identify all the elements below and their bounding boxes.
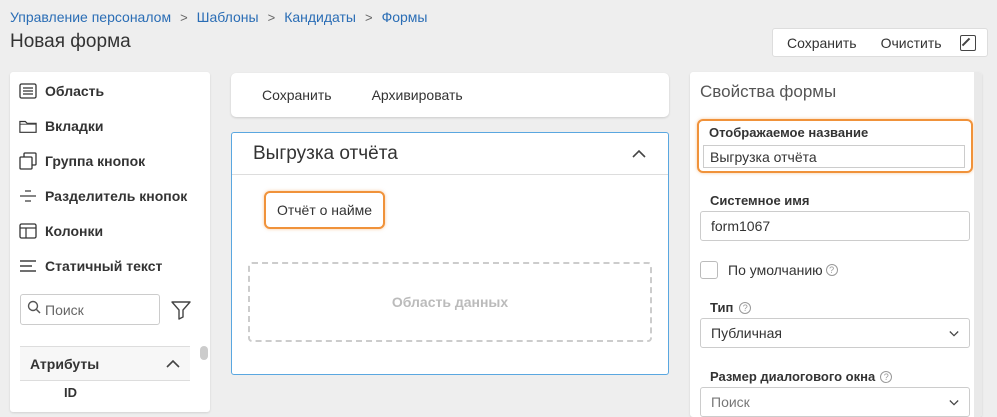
display-name-field[interactable]: Выгрузка отчёта [703,145,965,168]
toolbox-item-label: Вкладки [45,117,104,134]
toolbox-search-row [20,294,192,325]
toolbox-scrollbar[interactable] [200,346,208,360]
type-label: Тип [710,300,734,315]
properties-title: Свойства формы [700,82,837,101]
toolbox-item-columns[interactable]: Колонки [10,213,210,248]
chevron-up-icon[interactable] [166,356,180,372]
dialog-size-label-row: Размер диалогового окна ? [710,369,893,384]
display-name-label: Отображаемое название [709,125,869,140]
help-icon[interactable]: ? [825,264,838,276]
toolbox-item-label: Колонки [45,222,104,239]
breadcrumb-item-candidates[interactable]: Кандидаты [284,9,356,25]
properties-scrollbar[interactable] [974,72,982,417]
breadcrumb: Управление персоналом > Шаблоны > Кандид… [10,9,427,25]
chevron-down-icon [949,400,959,406]
data-area-label: Область данных [391,294,509,310]
edit-icon[interactable] [959,34,976,51]
type-select[interactable]: Публичная [700,318,970,348]
list-icon [19,82,37,100]
toolbox-item-tabs[interactable]: Вкладки [10,108,210,143]
separator-icon [19,187,37,205]
report-button[interactable]: Отчёт о найме [264,191,385,229]
help-icon[interactable]: ? [880,370,893,383]
attributes-title: Атрибуты [30,355,100,372]
help-icon[interactable]: ? [739,301,752,314]
display-name-group: Отображаемое название Выгрузка отчёта [697,119,973,173]
toolbox-item-area[interactable]: Область [10,73,210,108]
toolbox-panel: Область Вкладки Группа кнопок Разделител… [10,72,210,412]
default-label-text: По умолчанию [728,262,823,278]
search-input[interactable] [45,301,155,318]
save-button[interactable]: Сохранить [773,35,869,51]
toolbox-item-label: Разделитель кнопок [45,187,188,204]
columns-icon [19,222,37,240]
chevron-up-icon[interactable] [632,143,646,165]
breadcrumb-item-templates[interactable]: Шаблоны [197,9,259,25]
attribute-item[interactable]: ID [20,385,190,400]
form-card[interactable]: Выгрузка отчёта Отчёт о найме Область да… [231,132,669,375]
data-area-dropzone[interactable]: Область данных [248,262,652,342]
breadcrumb-item-forms[interactable]: Формы [382,9,428,25]
breadcrumb-chevron-icon: > [267,9,276,25]
toolbox-item-static-text[interactable]: Статичный текст [10,248,210,283]
filter-icon[interactable] [170,299,192,321]
breadcrumb-item-hr[interactable]: Управление персоналом [10,9,171,25]
form-save-button[interactable]: Сохранить [262,87,332,103]
chevron-down-icon [949,331,959,337]
toolbox-item-button-separator[interactable]: Разделитель кнопок [10,178,210,213]
toolbox-item-label: Область [45,82,105,99]
form-card-title: Выгрузка отчёта [253,142,398,164]
toolbox-item-label: Группа кнопок [45,152,146,169]
top-actions: Сохранить Очистить [772,28,988,57]
attributes-header[interactable]: Атрибуты [20,347,190,381]
text-lines-icon [19,257,37,275]
dialog-size-placeholder: Поиск [711,394,750,410]
breadcrumb-chevron-icon: > [364,9,373,25]
copy-icon [19,151,37,170]
form-card-header[interactable]: Выгрузка отчёта [232,133,668,175]
search-icon [27,300,41,319]
folder-icon [19,117,37,135]
page-title: Новая форма [10,31,131,52]
system-name-field[interactable]: form1067 [700,211,970,241]
clear-button[interactable]: Очистить [869,35,954,51]
search-box [20,294,160,325]
system-name-label: Системное имя [710,193,810,208]
attributes-section: Атрибуты ID [20,346,190,412]
toolbox-item-button-group[interactable]: Группа кнопок [10,143,210,178]
dialog-size-select[interactable]: Поиск [700,387,970,417]
properties-panel: Свойства формы Отображаемое название Выг… [690,72,982,417]
form-toolbar: Сохранить Архивировать [231,73,669,117]
default-checkbox-label: По умолчанию ? [728,262,838,278]
dialog-size-label: Размер диалогового окна [710,369,876,384]
type-label-row: Тип ? [710,300,752,315]
breadcrumb-chevron-icon: > [180,9,188,25]
type-select-value: Публичная [711,325,782,341]
toolbox-item-label: Статичный текст [45,257,163,274]
archive-button[interactable]: Архивировать [372,87,463,103]
default-checkbox[interactable] [700,261,718,279]
